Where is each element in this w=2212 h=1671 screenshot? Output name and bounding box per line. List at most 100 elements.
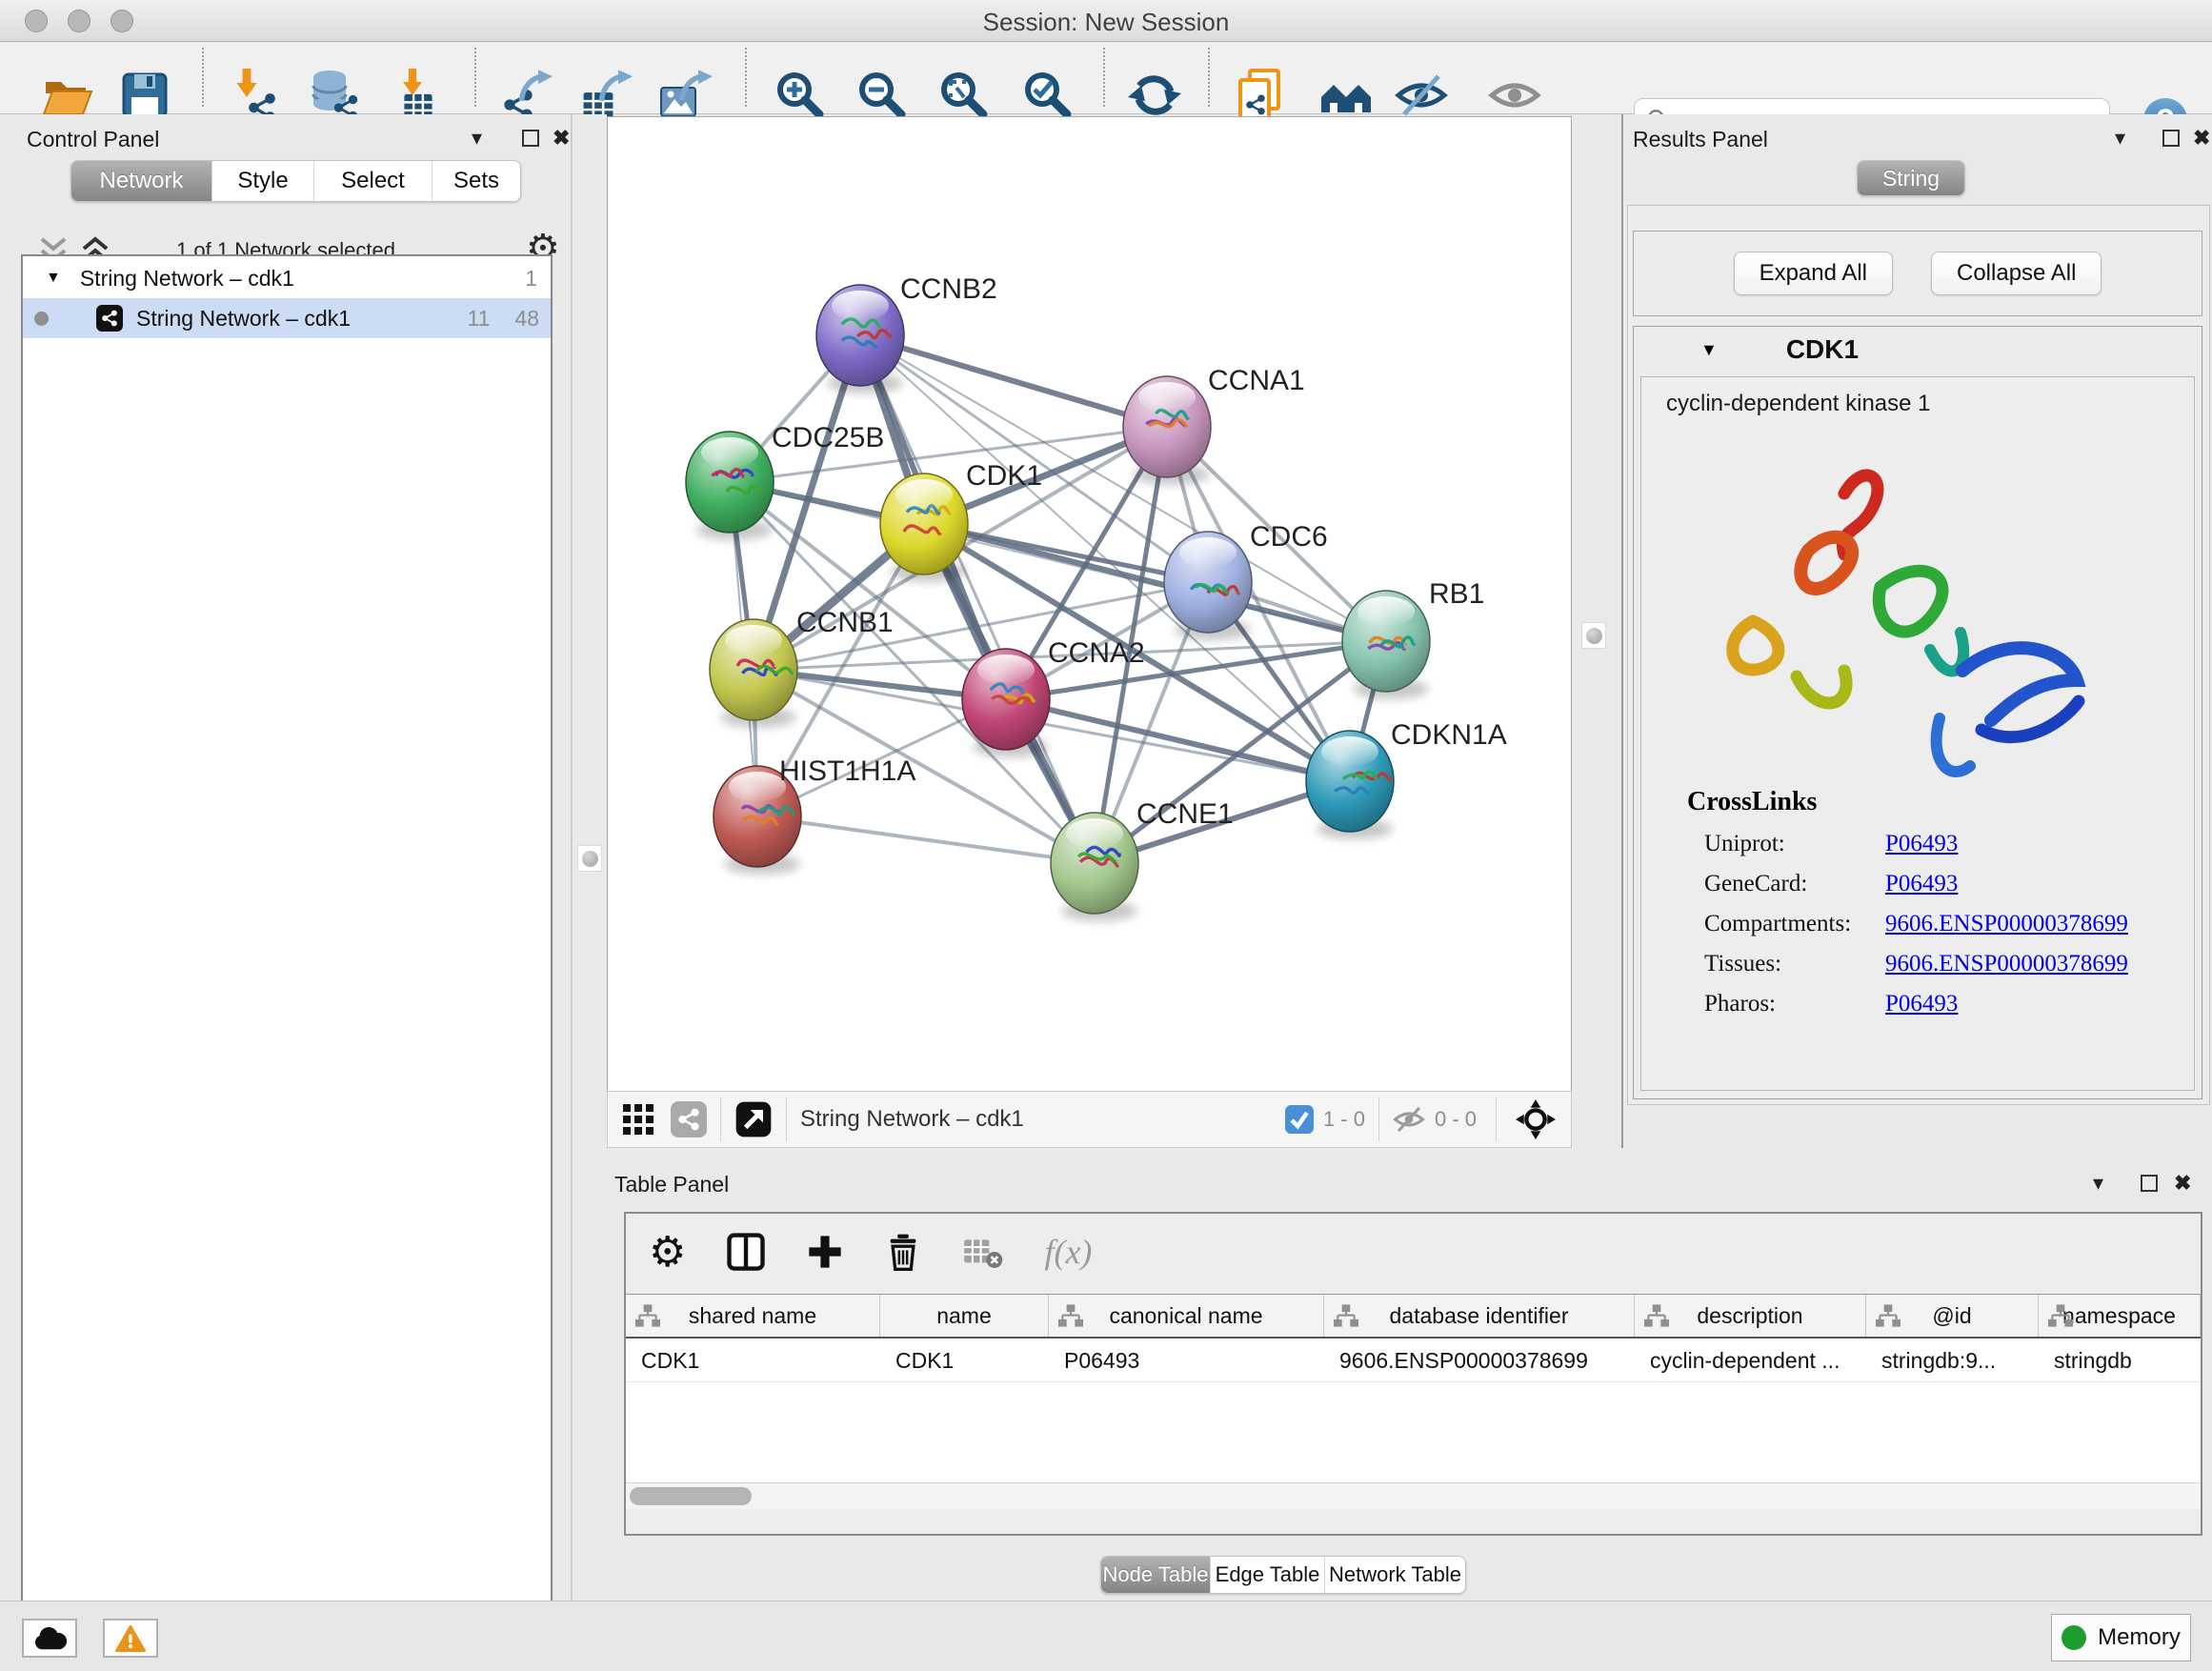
network-node-CDC25B[interactable] (686, 432, 774, 540)
tab-style[interactable]: Style (212, 161, 314, 201)
column-header-description[interactable]: description (1635, 1295, 1866, 1337)
tab-edge-table[interactable]: Edge Table (1211, 1557, 1325, 1593)
column-header-database-identifier[interactable]: database identifier (1324, 1295, 1635, 1337)
column-type-network-icon (1334, 1304, 1358, 1327)
zoom-in-icon[interactable] (774, 69, 827, 122)
hidden-count: 0 - 0 (1435, 1107, 1477, 1132)
control-panel-float-button[interactable] (522, 130, 539, 147)
crosslinks-title: CrossLinks (1687, 787, 2194, 817)
memory-status-dot (2061, 1625, 2086, 1650)
crosslink-compartments[interactable]: 9606.ENSP00000378699 (1885, 911, 2128, 937)
table-panel: Table Panel ▾ ✖ ⚙ (607, 1148, 2212, 1601)
tree-expand-icon[interactable]: ▼ (46, 270, 61, 287)
table-cell[interactable]: P06493 (1049, 1340, 1324, 1381)
network-node-CCNB2[interactable] (816, 285, 904, 393)
select-columns-icon[interactable] (726, 1232, 766, 1272)
crosslink-uniprot[interactable]: P06493 (1885, 831, 1958, 857)
crosslink-label: Compartments: (1704, 911, 1885, 937)
right-splitter-handle[interactable] (1581, 622, 1606, 649)
results-panel-title: Results Panel (1633, 127, 1768, 152)
results-panel-menu-button[interactable]: ▾ (2115, 126, 2125, 151)
entry-collapse-icon[interactable]: ▼ (1700, 340, 1718, 360)
network-node-CDKN1A[interactable] (1306, 731, 1394, 839)
table-panel-float-button[interactable] (2141, 1175, 2158, 1192)
tab-string[interactable]: String (1858, 161, 1964, 195)
network-edge-HIST1H1A-CCNE1[interactable] (757, 816, 1095, 863)
grid-view-icon[interactable] (621, 1102, 655, 1137)
node-label-CCNB2: CCNB2 (900, 273, 997, 305)
table-horizontal-scrollbar[interactable] (626, 1482, 2201, 1509)
collection-count: 1 (525, 266, 537, 292)
column-header-name[interactable]: name (880, 1295, 1049, 1337)
delete-column-icon[interactable] (884, 1233, 922, 1271)
column-header-canonical-name[interactable]: canonical name (1049, 1295, 1324, 1337)
right-splitter[interactable] (1572, 114, 1621, 1148)
column-header-shared-name[interactable]: shared name (626, 1295, 880, 1337)
scrollbar-thumb[interactable] (630, 1487, 752, 1505)
column-header-namespace[interactable]: namespace (2039, 1295, 2201, 1337)
left-splitter[interactable] (572, 114, 607, 1601)
add-column-icon[interactable] (806, 1233, 844, 1271)
table-panel-close-button[interactable]: ✖ (2174, 1171, 2191, 1196)
zoom-selected-icon[interactable] (1021, 69, 1075, 122)
left-splitter-handle[interactable] (577, 845, 602, 872)
open-in-window-icon[interactable] (734, 1100, 773, 1138)
results-panel-float-button[interactable] (2162, 130, 2180, 147)
expand-all-button[interactable]: Expand All (1734, 252, 1893, 295)
crosslink-pharos[interactable]: P06493 (1885, 991, 1958, 1017)
table-cell[interactable]: CDK1 (880, 1340, 1049, 1381)
crosslink-genecard[interactable]: P06493 (1885, 871, 1958, 897)
tab-sets[interactable]: Sets (432, 161, 520, 201)
refresh-icon[interactable] (1128, 69, 1181, 122)
network-edge-CCNB2-CCNA1[interactable] (860, 335, 1167, 427)
network-node-CCNB1[interactable] (710, 619, 797, 728)
crosslink-tissues[interactable]: 9606.ENSP00000378699 (1885, 951, 2128, 977)
tab-network[interactable]: Network (71, 161, 212, 201)
column-header--id[interactable]: @id (1866, 1295, 2039, 1337)
selected-checkbox-icon[interactable] (1285, 1105, 1314, 1134)
table-cell[interactable]: stringdb:9... (1866, 1340, 2039, 1381)
control-panel-menu-button[interactable]: ▾ (472, 126, 482, 151)
memory-button[interactable]: Memory (2051, 1614, 2191, 1661)
control-panel-title: Control Panel (27, 127, 159, 152)
node-table-container: ⚙ f(x) (624, 1212, 2202, 1536)
table-row[interactable]: CDK1CDK1P064939606.ENSP00000378699cyclin… (626, 1340, 2201, 1382)
table-cell[interactable]: 9606.ENSP00000378699 (1324, 1340, 1635, 1381)
node-label-CCNA2: CCNA2 (1048, 637, 1145, 669)
crosslink-label: Pharos: (1704, 991, 1885, 1017)
birdseye-navigator-icon[interactable] (1516, 1099, 1556, 1139)
copy-network-icon[interactable] (1235, 69, 1288, 122)
tab-select[interactable]: Select (314, 161, 432, 201)
function-builder-icon[interactable]: f(x) (1044, 1232, 1092, 1272)
table-cell[interactable]: cyclin-dependent ... (1635, 1340, 1866, 1381)
show-eye-icon[interactable] (1488, 69, 1541, 122)
delete-table-icon[interactable] (962, 1235, 1004, 1269)
network-node-CCNE1[interactable] (1051, 813, 1138, 921)
table-cell[interactable]: CDK1 (626, 1340, 880, 1381)
table-settings-gear-icon[interactable]: ⚙ (649, 1228, 686, 1277)
network-canvas[interactable]: CCNB2CCNA1CDC25BCDK1CDC6RB1CCNB1CCNA2CDK… (607, 116, 1572, 1091)
zoom-fit-icon[interactable] (937, 69, 991, 122)
tab-network-table[interactable]: Network Table (1325, 1557, 1465, 1593)
memory-label: Memory (2098, 1624, 2181, 1651)
hide-eye-icon[interactable] (1395, 69, 1448, 122)
warning-button[interactable] (103, 1619, 158, 1658)
hidden-eye-icon[interactable] (1393, 1103, 1425, 1136)
tab-node-table[interactable]: Node Table (1101, 1557, 1211, 1593)
network-row-selected[interactable]: String Network – cdk1 11 48 (23, 298, 551, 338)
cloud-button[interactable] (22, 1619, 77, 1658)
network-node-CCNA1[interactable] (1123, 376, 1211, 485)
home-network-icon[interactable] (1319, 69, 1373, 122)
collapse-all-button[interactable]: Collapse All (1931, 252, 2101, 295)
network-collection-row[interactable]: ▼ String Network – cdk1 1 (23, 258, 551, 298)
results-panel-close-button[interactable]: ✖ (2193, 126, 2210, 151)
export-image-icon[interactable] (659, 69, 713, 122)
zoom-out-icon[interactable] (855, 69, 909, 122)
network-node-RB1[interactable] (1342, 591, 1430, 699)
control-panel-close-button[interactable]: ✖ (553, 126, 570, 151)
network-node-CDK1[interactable] (880, 473, 968, 582)
table-cell[interactable]: stringdb (2039, 1340, 2201, 1381)
table-panel-menu-button[interactable]: ▾ (2093, 1171, 2103, 1196)
network-node-CCNA2[interactable] (962, 649, 1050, 757)
network-share-view-icon[interactable] (671, 1101, 707, 1137)
